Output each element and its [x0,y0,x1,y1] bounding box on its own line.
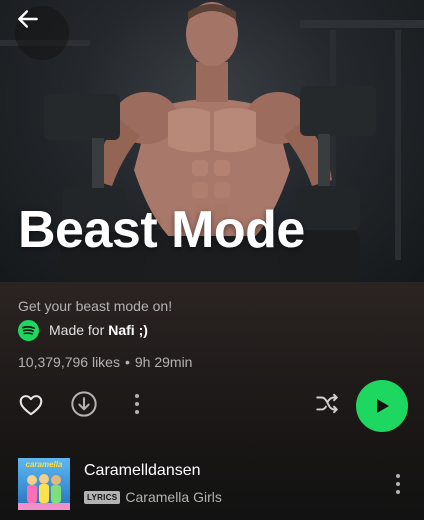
track-subtitle: LYRICS Caramella Girls [84,489,222,505]
heart-outline-icon [19,395,43,416]
playlist-cover-image: Beast Mode [0,0,424,282]
shuffle-button[interactable] [312,389,342,419]
playlist-info-panel: Get your beast mode on! Made for Nafi ;)… [0,282,424,520]
stats-separator: • [124,354,130,370]
track-cover-art: caramella [18,458,70,510]
cover-figures [18,474,70,510]
more-vertical-icon [396,474,400,494]
playlist-stats: 10,379,796 likes • 9h 29min [18,354,192,370]
play-icon [377,399,389,413]
play-button[interactable] [356,380,408,432]
track-row[interactable]: caramella Caramelldansen LYRICS Caramell… [0,452,424,514]
download-button[interactable] [69,389,99,419]
shuffle-icon [316,393,338,414]
track-more-button[interactable] [386,470,410,498]
lyrics-badge: LYRICS [84,490,121,504]
playlist-duration: 9h 29min [134,354,193,370]
playlist-description: Get your beast mode on! [18,298,173,314]
arrow-left-icon [18,10,38,28]
playlist-title: Beast Mode [18,201,305,259]
likes-count: 10,379,796 likes [18,354,120,370]
more-vertical-icon [135,394,139,414]
spotify-logo-icon [18,319,39,341]
track-title: Caramelldansen [84,462,201,479]
made-for-user[interactable]: Nafi ;) [108,322,148,338]
download-circle-icon [71,391,97,417]
more-options-button[interactable] [126,389,148,419]
back-button[interactable] [15,6,69,60]
made-for-row[interactable]: Made for Nafi ;) [18,319,148,341]
made-for-label: Made for [49,322,105,338]
like-button[interactable] [16,390,46,420]
track-artist: Caramella Girls [125,489,222,505]
